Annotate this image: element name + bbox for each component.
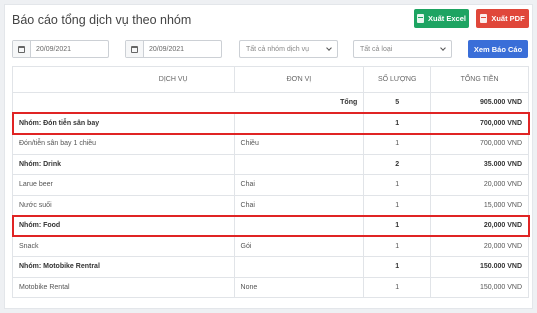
summary-row: Tổng 5 905.000 VND bbox=[11, 92, 529, 114]
table-row: Snack Gói 1 20,000 VND bbox=[12, 235, 529, 257]
excel-file-icon bbox=[417, 14, 425, 23]
table-row: Motobike Rental None 1 150,000 VND bbox=[12, 276, 529, 298]
total-cell: 20,000 VND bbox=[430, 174, 529, 196]
report-table: Dịch vụ Đơn vị Số lượng Tổng tiền Tổng 5… bbox=[11, 66, 529, 298]
quantity-cell: 1 bbox=[363, 276, 432, 298]
service-cell: Larue beer bbox=[12, 174, 235, 196]
quantity-cell: 1 bbox=[363, 133, 432, 155]
unit-cell bbox=[233, 215, 365, 237]
service-cell: Đón/tiễn sân bay 1 chiều bbox=[12, 133, 235, 155]
summary-total: 905.000 VND bbox=[430, 92, 529, 114]
total-cell: 15,000 VND bbox=[430, 194, 529, 216]
date-to-value: 20/09/2021 bbox=[149, 45, 185, 53]
table-row: Larue beer Chai 1 20,000 VND bbox=[12, 174, 529, 196]
group-row: Nhóm: Food 1 20,000 VND bbox=[12, 215, 529, 237]
date-from-field[interactable]: 20/09/2021 bbox=[12, 40, 109, 58]
unit-cell bbox=[233, 153, 365, 175]
type-select[interactable]: Tất cả loại bbox=[353, 40, 452, 58]
quantity-cell: 1 bbox=[363, 174, 432, 196]
total-cell: 20,000 VND bbox=[430, 235, 529, 257]
total-cell: 700,000 VND bbox=[430, 112, 529, 134]
column-header-total: Tổng tiền bbox=[430, 66, 529, 93]
service-group-select-value: Tất cả nhóm dịch vụ bbox=[246, 45, 310, 53]
date-from-value: 20/09/2021 bbox=[36, 45, 72, 53]
quantity-cell: 1 bbox=[363, 256, 432, 278]
unit-cell: Chai bbox=[233, 194, 365, 216]
type-select-value: Tất cả loại bbox=[360, 45, 393, 53]
calendar-icon bbox=[13, 41, 31, 57]
quantity-cell: 1 bbox=[363, 215, 432, 237]
export-pdf-button[interactable]: Xuất PDF bbox=[476, 9, 529, 28]
service-cell: Nhóm: Motobike Rentral bbox=[12, 256, 235, 278]
export-excel-label: Xuất Excel bbox=[428, 14, 466, 23]
total-cell: 150.000 VND bbox=[430, 256, 529, 278]
calendar-icon bbox=[126, 41, 144, 57]
chevron-down-icon bbox=[326, 45, 332, 51]
chevron-down-icon bbox=[440, 45, 446, 51]
quantity-cell: 1 bbox=[363, 235, 432, 257]
page-title: Báo cáo tổng dịch vụ theo nhóm bbox=[12, 13, 192, 27]
view-report-button[interactable]: Xem Báo Cáo bbox=[468, 40, 528, 58]
total-cell: 20,000 VND bbox=[430, 215, 529, 237]
service-cell: Nước suối bbox=[12, 194, 235, 216]
service-group-select[interactable]: Tất cả nhóm dịch vụ bbox=[239, 40, 338, 58]
date-to-field[interactable]: 20/09/2021 bbox=[125, 40, 222, 58]
service-cell: Motobike Rental bbox=[12, 276, 235, 298]
table-row: Nước suối Chai 1 15,000 VND bbox=[12, 194, 529, 216]
column-header-service: Dịch vụ bbox=[12, 66, 235, 93]
unit-cell bbox=[233, 256, 365, 278]
quantity-cell: 2 bbox=[363, 153, 432, 175]
export-pdf-label: Xuất PDF bbox=[491, 14, 525, 23]
total-cell: 150,000 VND bbox=[430, 276, 529, 298]
unit-cell: None bbox=[233, 276, 365, 298]
quantity-cell: 1 bbox=[363, 112, 432, 134]
unit-cell: Chiều bbox=[233, 133, 365, 155]
export-excel-button[interactable]: Xuất Excel bbox=[414, 9, 469, 28]
table-header-row: Dịch vụ Đơn vị Số lượng Tổng tiền bbox=[12, 66, 529, 93]
unit-cell: Gói bbox=[233, 235, 365, 257]
summary-label: Tổng bbox=[11, 92, 365, 114]
unit-cell bbox=[233, 112, 365, 134]
service-cell: Nhóm: Đón tiễn sân bay bbox=[12, 112, 235, 134]
group-row: Nhóm: Đón tiễn sân bay 1 700,000 VND bbox=[12, 112, 529, 134]
total-cell: 35.000 VND bbox=[430, 153, 529, 175]
service-cell: Nhóm: Drink bbox=[12, 153, 235, 175]
service-cell: Snack bbox=[12, 235, 235, 257]
quantity-cell: 1 bbox=[363, 194, 432, 216]
total-cell: 700,000 VND bbox=[430, 133, 529, 155]
group-row: Nhóm: Motobike Rentral 1 150.000 VND bbox=[12, 256, 529, 278]
table-row: Đón/tiễn sân bay 1 chiều Chiều 1 700,000 VN… bbox=[12, 133, 529, 155]
report-panel: Báo cáo tổng dịch vụ theo nhóm Xuất Exce… bbox=[4, 4, 533, 309]
summary-quantity: 5 bbox=[363, 92, 432, 114]
group-row: Nhóm: Drink 2 35.000 VND bbox=[12, 153, 529, 175]
service-cell: Nhóm: Food bbox=[12, 215, 235, 237]
column-header-unit: Đơn vị bbox=[233, 66, 365, 93]
pdf-file-icon bbox=[480, 14, 488, 23]
column-header-quantity: Số lượng bbox=[363, 66, 432, 93]
unit-cell: Chai bbox=[233, 174, 365, 196]
